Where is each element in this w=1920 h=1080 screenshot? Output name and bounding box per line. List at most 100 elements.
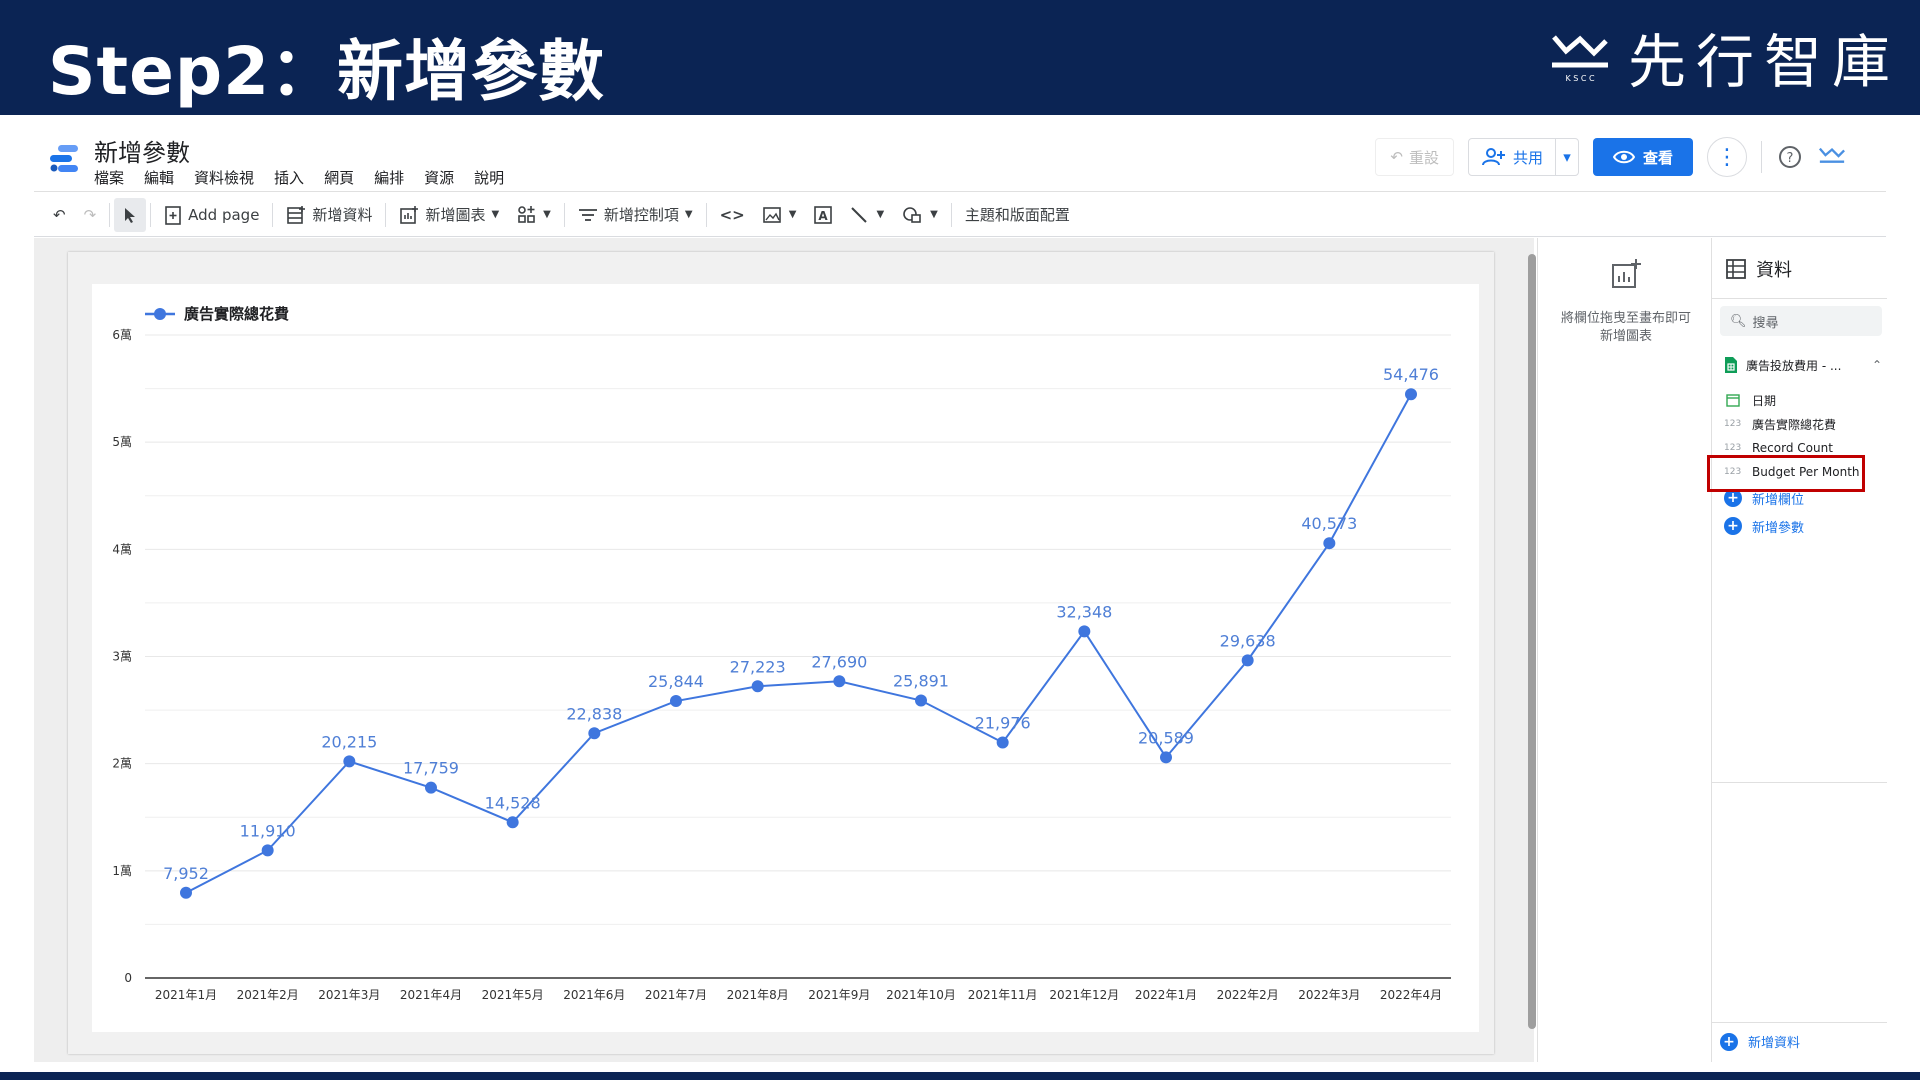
data-table-icon <box>1726 259 1746 279</box>
field-search-input[interactable]: 🔍︎ 搜尋 <box>1720 306 1882 336</box>
community-viz-button[interactable]: ▼ <box>508 198 560 232</box>
menu-arrange[interactable]: 編排 <box>374 167 404 188</box>
data-point <box>180 886 192 899</box>
plus-circle-icon: + <box>1720 1032 1738 1051</box>
divider <box>1712 298 1887 299</box>
toolbar-divider <box>272 202 274 227</box>
data-panel: 資料 🔍︎ 搜尋 廣告投放費用 - ... ⌃ 日期 123 廣告實際總花費 1… <box>1711 238 1887 1062</box>
menu-edit[interactable]: 編輯 <box>144 167 174 188</box>
menu-view[interactable]: 資料檢視 <box>194 167 254 188</box>
data-point <box>1405 388 1417 401</box>
add-chart-button[interactable]: 新增圖表 ▼ <box>390 198 508 232</box>
collapse-icon[interactable]: ⌃ <box>1872 358 1882 372</box>
image-icon[interactable]: ▼ <box>754 198 806 232</box>
menu-help[interactable]: 說明 <box>474 167 504 188</box>
y-tick-label: 0 <box>124 971 132 985</box>
share-dropdown-icon[interactable]: ▾ <box>1556 148 1578 166</box>
menu-file[interactable]: 檔案 <box>94 167 124 188</box>
looker-studio-logo-icon[interactable] <box>48 141 82 175</box>
header-actions: ↶ 重設 共用 ▾ 查看 ⋮ ? <box>1375 137 1846 177</box>
y-tick-label: 1萬 <box>112 864 132 878</box>
reset-label: 重設 <box>1408 148 1439 167</box>
field-date[interactable]: 日期 <box>1724 388 1882 412</box>
add-parameter-button[interactable]: + 新增參數 <box>1724 512 1882 540</box>
data-point <box>425 781 437 794</box>
report-title[interactable]: 新增參數 <box>94 133 190 168</box>
x-tick-label: 2021年5月 <box>482 988 544 1002</box>
field-ad-spend[interactable]: 123 廣告實際總花費 <box>1724 412 1882 436</box>
add-chart-hint: 將欄位拖曳至畫布即可新增圖表 <box>1560 311 1691 344</box>
field-name: 廣告實際總花費 <box>1752 417 1837 432</box>
eye-icon <box>1612 150 1635 164</box>
data-label: 20,215 <box>321 732 377 751</box>
embed-code-icon[interactable]: <> <box>711 198 754 232</box>
header-divider <box>1761 141 1762 173</box>
data-panel-title: 資料 <box>1756 260 1792 281</box>
x-tick-label: 2021年9月 <box>808 988 870 1002</box>
time-series-chart[interactable]: 0 1萬 2萬 3萬 4萬 5萬 6萬 2021年1月 2021年2月 2021年3月 2021年4… <box>92 284 1479 1032</box>
select-cursor-icon[interactable] <box>114 197 147 232</box>
add-control-label: 新增控制項 <box>603 206 679 224</box>
x-tick-label: 2022年3月 <box>1298 988 1360 1002</box>
view-button[interactable]: 查看 <box>1592 138 1693 176</box>
data-label: 22,838 <box>566 704 622 723</box>
x-tick-label: 2022年4月 <box>1380 988 1442 1002</box>
menu-page[interactable]: 網頁 <box>324 167 354 188</box>
text-box-icon[interactable]: A <box>805 198 841 232</box>
share-button[interactable]: 共用 ▾ <box>1467 138 1579 176</box>
data-label: 25,891 <box>893 672 949 691</box>
field-name: Record Count <box>1752 441 1833 455</box>
undo-icon[interactable]: ↶ <box>44 198 75 232</box>
view-label: 查看 <box>1642 148 1673 167</box>
canvas-scrollbar[interactable] <box>1528 254 1536 1029</box>
add-control-button[interactable]: 新增控制項 ▼ <box>569 198 702 232</box>
shape-tool-icon[interactable]: ▼ <box>893 198 947 232</box>
add-page-icon <box>165 205 181 225</box>
add-data-link[interactable]: + 新增資料 <box>1720 1032 1800 1051</box>
calendar-icon <box>1726 394 1740 407</box>
data-point <box>751 680 764 693</box>
account-logo-icon[interactable] <box>1818 143 1846 171</box>
chevron-down-icon: ▼ <box>543 209 551 220</box>
brand-sub-text: K S C C <box>1565 74 1595 83</box>
theme-layout-button[interactable]: 主題和版面配置 <box>956 198 1079 232</box>
x-tick-label: 2021年6月 <box>563 988 625 1002</box>
data-point <box>833 675 846 688</box>
more-options-icon[interactable]: ⋮ <box>1707 137 1747 177</box>
data-point <box>343 755 356 768</box>
undo-arrow-icon: ↶ <box>1390 148 1403 166</box>
search-icon: 🔍︎ <box>1730 313 1747 329</box>
add-data-button[interactable]: 新增資料 <box>277 198 381 232</box>
data-point <box>1323 537 1336 550</box>
data-label: 27,690 <box>811 652 867 671</box>
add-chart-label: 新增圖表 <box>425 206 486 224</box>
number-type-icon: 123 <box>1724 443 1742 453</box>
chart-svg: 0 1萬 2萬 3萬 4萬 5萬 6萬 2021年1月 2021年2月 2021年3月 2021年4… <box>112 305 1451 1002</box>
slide-title: Step2：新增參數 <box>48 33 606 110</box>
data-point <box>1241 654 1254 667</box>
menu-resource[interactable]: 資源 <box>424 167 454 188</box>
add-data-icon <box>287 205 306 224</box>
menu-bar: 檔案 編輯 資料檢視 插入 網頁 編排 資源 說明 <box>94 167 504 188</box>
toolbar: ↶ ↷ Add page 新增資料 新增圖表 ▼ ▼ 新增控制項 ▼ <> ▼ … <box>34 193 1886 237</box>
field-name: 日期 <box>1752 393 1777 408</box>
menu-insert[interactable]: 插入 <box>274 167 304 188</box>
x-tick-label: 2021年2月 <box>237 988 299 1002</box>
add-page-button[interactable]: Add page <box>155 198 268 232</box>
y-tick-label: 2萬 <box>112 757 132 771</box>
redo-icon[interactable]: ↷ <box>75 198 106 232</box>
y-tick-label: 6萬 <box>112 328 132 342</box>
add-page-label: Add page <box>188 205 260 224</box>
plus-circle-icon: + <box>1724 517 1742 535</box>
reset-button[interactable]: ↶ 重設 <box>1375 138 1454 176</box>
data-label: 21,976 <box>975 713 1031 732</box>
line-tool-icon[interactable]: ▼ <box>841 198 893 232</box>
share-label: 共用 <box>1512 148 1543 167</box>
toolbar-divider <box>950 202 952 227</box>
x-tick-label: 2022年2月 <box>1217 988 1279 1002</box>
data-point <box>506 816 519 829</box>
data-source-item[interactable]: 廣告投放費用 - ... ⌃ <box>1724 356 1882 374</box>
help-icon[interactable]: ? <box>1776 143 1804 171</box>
data-label: 20,589 <box>1138 728 1194 747</box>
filter-icon <box>578 208 597 221</box>
